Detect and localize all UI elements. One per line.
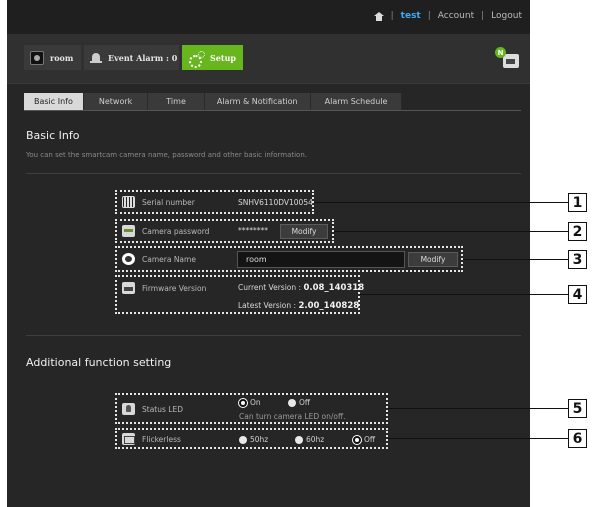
monitor-icon (503, 54, 519, 68)
callout-1: 1 (568, 193, 587, 212)
camera-name-input[interactable]: room (237, 251, 405, 268)
flickerless-50hz-radio[interactable]: 50hz (239, 435, 268, 444)
firmware-icon (122, 282, 135, 294)
tab-event-alarm-label: Event Alarm : 0 (108, 52, 178, 63)
callout-3: 3 (568, 250, 587, 269)
nav-separator: | (481, 11, 485, 21)
latest-version: Latest Version : 2.00_140828 (238, 301, 359, 311)
top-bar: | test | Account | Logout (7, 0, 530, 34)
flickerless-off-label: Off (364, 435, 376, 444)
callout-6: 6 (568, 429, 587, 448)
latest-version-value: 2.00_140828 (298, 301, 360, 311)
current-version-value: 0.08_140318 (303, 283, 365, 293)
serial-number-label: Serial number (142, 198, 195, 207)
status-led-off-label: Off (299, 398, 311, 407)
callout-line-4 (360, 294, 568, 295)
serial-number-value: SNHV6110DV10054 (238, 198, 313, 207)
camera-password-label: Camera password (142, 227, 210, 236)
current-version: Current Version : 0.08_140318 (238, 283, 364, 293)
modify-camera-name-button[interactable]: Modify (408, 252, 458, 267)
tab-network[interactable]: Network (83, 93, 149, 110)
flickerless-60hz-radio[interactable]: 60hz (295, 435, 324, 444)
tab-setup[interactable]: Setup (182, 45, 243, 70)
section-title-basic-info: Basic Info (26, 129, 80, 142)
status-led-hint: Can turn camera LED on/off. (239, 412, 346, 421)
main-header: room Event Alarm : 0 Setup N (7, 34, 530, 84)
camera-password-row: Camera password ******** Modify (115, 219, 334, 243)
user-name-link[interactable]: test (401, 11, 421, 21)
logout-link[interactable]: Logout (491, 11, 522, 21)
nav-separator: | (427, 11, 431, 21)
tab-room[interactable]: room (24, 45, 81, 70)
flickerless-label: Flickerless (142, 435, 181, 444)
callout-line-2 (334, 231, 568, 232)
profile-button[interactable]: N (495, 47, 523, 72)
section-description: You can set the smartcam camera name, pa… (26, 151, 307, 159)
key-icon (122, 225, 135, 237)
tab-alarm-schedule[interactable]: Alarm Schedule (310, 93, 403, 110)
bulb-icon (122, 403, 135, 415)
app-window: | test | Account | Logout room Event Ala… (7, 0, 530, 507)
serial-number-row: Serial number SNHV6110DV10054 (115, 190, 314, 214)
account-link[interactable]: Account (438, 11, 474, 21)
firmware-version-label: Firmware Version (142, 284, 207, 293)
tab-time[interactable]: Time (148, 93, 205, 110)
callout-line-5 (388, 408, 568, 409)
flicker-icon (122, 433, 135, 445)
status-led-off-radio[interactable]: Off (288, 398, 310, 407)
callout-4: 4 (568, 285, 587, 304)
notification-badge: N (495, 47, 506, 58)
status-led-row: Status LED On Off Can turn camera LED on… (115, 393, 388, 424)
tab-basic-info[interactable]: Basic Info (24, 93, 84, 110)
tab-setup-label: Setup (210, 52, 236, 63)
top-nav: | test | Account | Logout (373, 11, 522, 21)
status-led-label: Status LED (142, 405, 183, 414)
radio-selected-icon (353, 435, 361, 444)
camera-name-label: Camera Name (142, 255, 196, 264)
camera-icon (30, 50, 44, 65)
tab-alarm-notification[interactable]: Alarm & Notification (204, 93, 311, 110)
tab-event-alarm[interactable]: Event Alarm : 0 (84, 45, 179, 70)
flickerless-row: Flickerless 50hz 60hz Off (115, 428, 388, 449)
flickerless-50hz-label: 50hz (250, 435, 269, 444)
latest-version-label: Latest Version : (238, 301, 297, 310)
callout-line-1 (314, 202, 568, 203)
camera-password-value: ******** (238, 226, 268, 235)
bell-icon (90, 52, 102, 64)
callout-5: 5 (568, 399, 587, 418)
divider (26, 335, 521, 336)
callout-line-3 (463, 259, 568, 260)
camera-name-row: Camera Name room Modify (115, 246, 463, 272)
radio-selected-icon (239, 398, 247, 407)
gear-icon (188, 50, 205, 68)
radio-unselected-icon (295, 435, 303, 444)
home-icon[interactable] (373, 11, 384, 21)
radio-unselected-icon (288, 398, 296, 407)
flickerless-60hz-label: 60hz (306, 435, 325, 444)
status-led-on-radio[interactable]: On (239, 398, 261, 407)
callout-line-6 (388, 438, 568, 439)
camera-icon (122, 253, 135, 265)
tab-room-label: room (50, 52, 74, 63)
modify-password-button[interactable]: Modify (280, 224, 328, 239)
tab-underline (24, 110, 521, 111)
firmware-version-row: Firmware Version Current Version : 0.08_… (115, 275, 364, 314)
current-version-label: Current Version : (238, 283, 302, 292)
status-led-on-label: On (250, 398, 261, 407)
flickerless-off-radio[interactable]: Off (353, 435, 375, 444)
divider (26, 173, 521, 174)
callout-2: 2 (568, 222, 587, 241)
radio-unselected-icon (239, 435, 247, 444)
settings-tabs: Basic Info Network Time Alarm & Notifica… (24, 93, 403, 110)
section-title-additional: Additional function setting (26, 356, 172, 369)
nav-separator: | (390, 11, 394, 21)
barcode-icon (122, 196, 135, 208)
